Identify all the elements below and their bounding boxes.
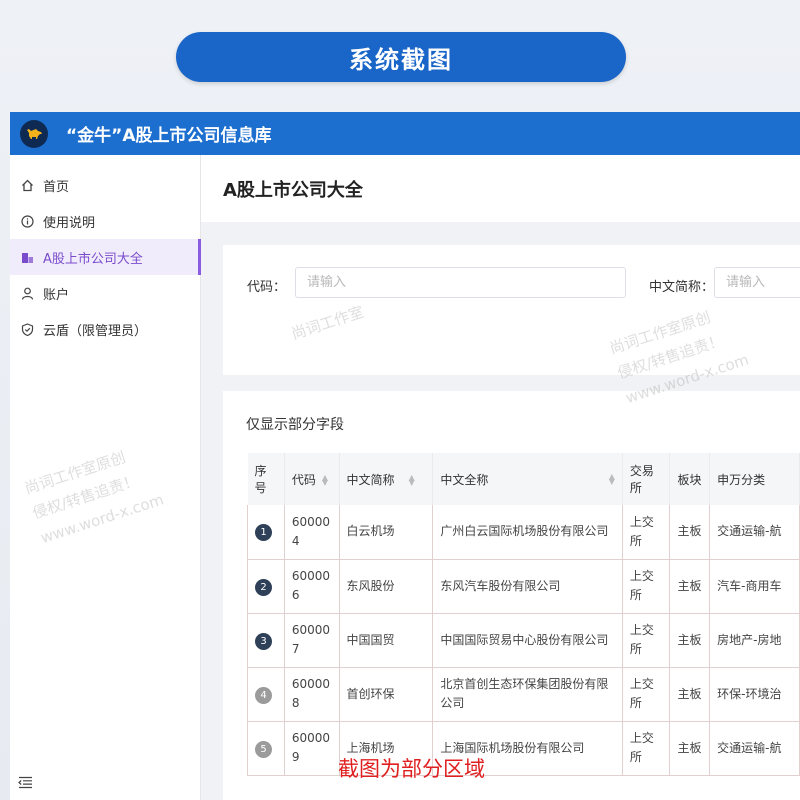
sidebar-item-label: 云盾（限管理员） — [43, 323, 148, 339]
cell-short-name: 首创环保 — [339, 667, 434, 722]
cell-short-name: 东风股份 — [339, 559, 434, 614]
collapse-sidebar-icon[interactable] — [18, 776, 34, 790]
row-index-badge: 4 — [255, 686, 272, 704]
cell-short-name: 中国国贸 — [339, 613, 434, 668]
cell-full-name: 北京首创生态环保集团股份有限公司 — [432, 667, 623, 722]
building-icon — [20, 250, 34, 264]
shield-icon — [20, 322, 34, 336]
cell-board: 主板 — [669, 559, 711, 614]
cell-code: 600007 — [284, 613, 340, 668]
header-board: 板块 — [669, 453, 711, 505]
cell-sw-category: 房地产-房地 — [709, 613, 800, 668]
banner-title: 系统截图 — [176, 32, 626, 82]
table-row[interactable]: 3 600007 中国国贸 中国国际贸易中心股份有限公司 上交所 主板 房地产-… — [247, 613, 800, 668]
app-header: “金牛”A股上市公司信息库 — [10, 112, 800, 155]
sidebar-item-home[interactable]: 首页 — [10, 167, 201, 203]
cell-board: 主板 — [669, 721, 711, 776]
cell-code: 600008 — [284, 667, 340, 722]
app-title: “金牛”A股上市公司信息库 — [66, 126, 272, 146]
sidebar-item-account[interactable]: 账户 — [10, 275, 201, 311]
partial-area-note: 截图为部分区域 — [338, 757, 485, 781]
companies-table: 序号 代码 ▲ ▼ 中文简称 ▲ ▼ 中文全称 ▲ ▼ 交易所 板块 申万分类 1 6000… — [247, 453, 800, 776]
cell-code: 600004 — [284, 505, 340, 560]
header-exchange: 交易所 — [622, 453, 671, 505]
row-index-badge: 2 — [255, 578, 272, 596]
cell-full-name: 东风汽车股份有限公司 — [432, 559, 623, 614]
cell-exchange: 上交所 — [622, 613, 671, 668]
sidebar-item-shield[interactable]: 云盾（限管理员） — [10, 311, 201, 347]
code-input[interactable] — [295, 267, 626, 298]
table-header-row: 序号 代码 ▲ ▼ 中文简称 ▲ ▼ 中文全称 ▲ ▼ 交易所 板块 申万分类 — [247, 453, 800, 505]
row-index-badge: 5 — [255, 740, 272, 758]
table-caption: 仅显示部分字段 — [246, 417, 344, 433]
cell-board: 主板 — [669, 613, 711, 668]
table-row[interactable]: 4 600008 首创环保 北京首创生态环保集团股份有限公司 上交所 主板 环保… — [247, 667, 800, 722]
header-full-name[interactable]: 中文全称 ▲ ▼ — [432, 453, 623, 505]
row-index-badge: 3 — [255, 632, 272, 650]
cell-board: 主板 — [669, 505, 711, 560]
cell-sw-category: 汽车-商用车 — [709, 559, 800, 614]
short-name-label: 中文简称： — [649, 280, 715, 295]
info-icon — [20, 214, 34, 228]
cell-short-name: 白云机场 — [339, 505, 434, 560]
sort-icon[interactable]: ▲ ▼ — [409, 474, 415, 487]
cell-exchange: 上交所 — [622, 721, 671, 776]
header-sw-category: 申万分类 — [709, 453, 800, 505]
sort-icon[interactable]: ▲ ▼ — [322, 474, 328, 487]
page-title: A股上市公司大全 — [223, 179, 363, 201]
sidebar: 首页 使用说明 A股上市公司大全 账户 云盾（限管理员） — [10, 155, 201, 800]
cell-full-name: 广州白云国际机场股份有限公司 — [432, 505, 623, 560]
sidebar-item-usage[interactable]: 使用说明 — [10, 203, 201, 239]
cell-sw-category: 环保-环境治 — [709, 667, 800, 722]
sidebar-item-label: 账户 — [43, 287, 70, 303]
cell-sw-category: 交通运输-航 — [709, 721, 800, 776]
cell-code: 600006 — [284, 559, 340, 614]
sidebar-item-label: 使用说明 — [43, 215, 96, 231]
cell-board: 主板 — [669, 667, 711, 722]
code-label: 代码： — [247, 280, 287, 295]
table-row[interactable]: 1 600004 白云机场 广州白云国际机场股份有限公司 上交所 主板 交通运输… — [247, 505, 800, 560]
sort-icon[interactable]: ▲ ▼ — [609, 472, 615, 485]
cell-code: 600009 — [284, 721, 340, 776]
table-row[interactable]: 2 600006 东风股份 东风汽车股份有限公司 上交所 主板 汽车-商用车 — [247, 559, 800, 614]
results-panel: 仅显示部分字段 序号 代码 ▲ ▼ 中文简称 ▲ ▼ 中文全称 ▲ ▼ 交易所 板块 申万分… — [223, 391, 800, 800]
cell-exchange: 上交所 — [622, 667, 671, 722]
header-index: 序号 — [247, 453, 285, 505]
header-short-name[interactable]: 中文简称 ▲ ▼ — [339, 453, 434, 505]
filter-panel: 代码： 中文简称： — [223, 245, 800, 375]
table-row[interactable]: 5 600009 上海机场 上海国际机场股份有限公司 上交所 主板 交通运输-航 — [247, 721, 800, 776]
row-index-badge: 1 — [255, 524, 272, 542]
user-icon — [20, 286, 34, 300]
content-header: A股上市公司大全 — [201, 155, 800, 222]
sidebar-item-label: A股上市公司大全 — [43, 251, 143, 267]
cell-full-name: 中国国际贸易中心股份有限公司 — [432, 613, 623, 668]
header-code[interactable]: 代码 ▲ ▼ — [284, 453, 340, 505]
home-icon — [20, 178, 34, 192]
cell-sw-category: 交通运输-航 — [709, 505, 800, 560]
sidebar-item-label: 首页 — [43, 179, 70, 195]
app-screenshot: “金牛”A股上市公司信息库 首页 使用说明 A股上市公司大全 账户 云盾（限管理… — [10, 112, 800, 800]
cell-exchange: 上交所 — [622, 559, 671, 614]
sidebar-item-companies[interactable]: A股上市公司大全 — [10, 239, 201, 275]
cell-exchange: 上交所 — [622, 505, 671, 560]
bull-logo-icon — [20, 119, 48, 148]
short-name-input[interactable] — [714, 267, 800, 298]
